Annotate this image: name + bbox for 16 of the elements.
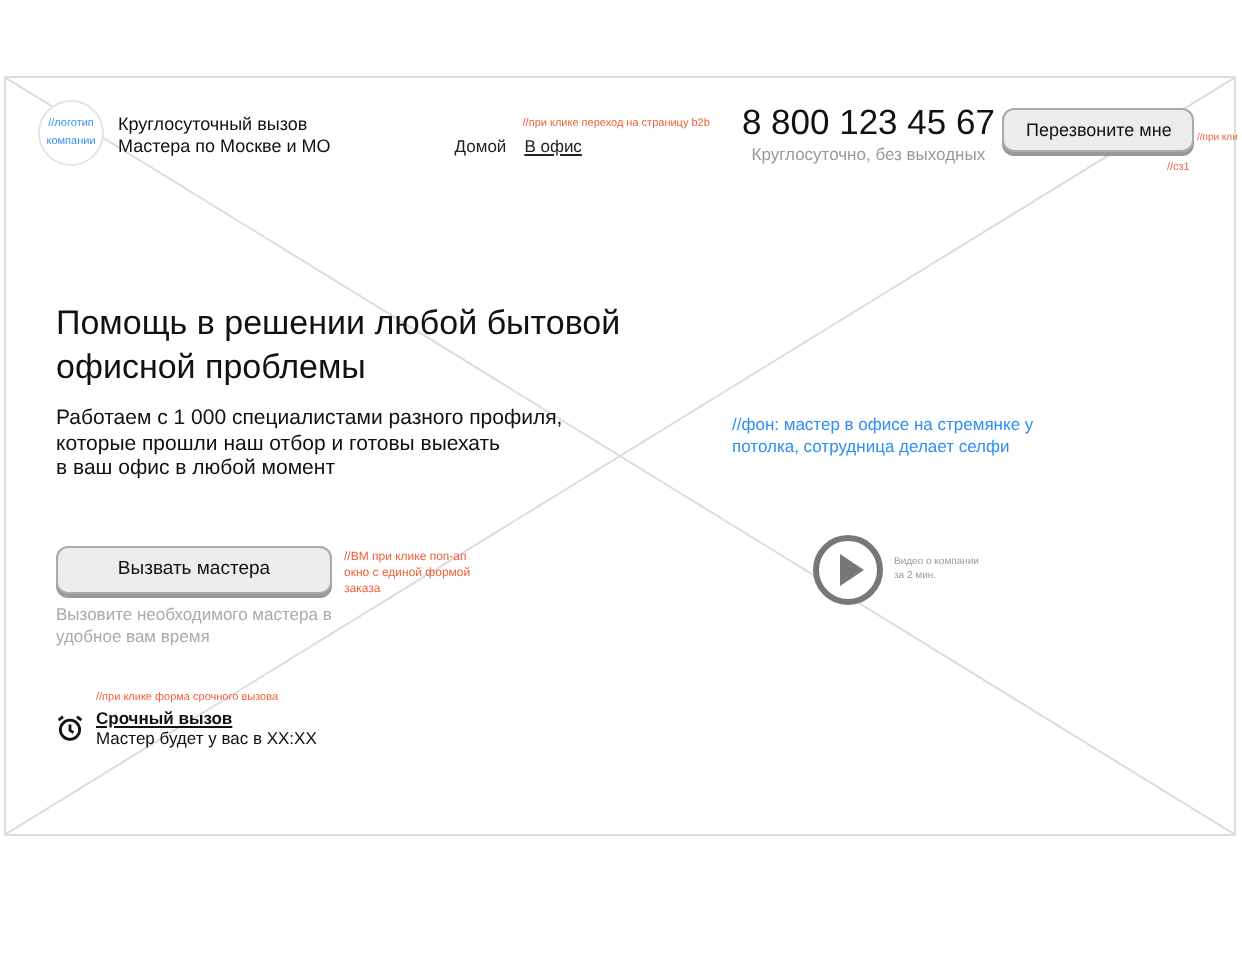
cta-hint: Вызовите необходимого мастера в удобное вам время (56, 603, 334, 647)
nav-link[interactable]: В офис (524, 136, 582, 156)
tagline-text: Мастера по Москве и МО (118, 136, 331, 158)
alarm-clock-icon (56, 714, 84, 742)
urgent-call-link[interactable]: Срочный вызов (96, 707, 317, 727)
tagline-text: Круглосуточный вызов (118, 114, 310, 136)
urgent-text: Мастер будет у вас в XX:XX (96, 727, 317, 749)
hero-text: Работаем с 1 000 специалистами разного профиля, которые прошли наш отбор и готовы выехать в ваш офис в любой момент (56, 406, 565, 481)
phone-note: Круглосуточно, без выходных (749, 144, 988, 164)
hero-title: Помощь в решении любой бытовой офисной проблемы (56, 302, 623, 390)
nav-link[interactable]: Домой (454, 136, 507, 156)
play-icon[interactable] (812, 534, 884, 606)
background-note: //фон: мастер в офисе на стремянке у потолка, сотрудница делает селфи (732, 414, 1034, 458)
call-master-button[interactable]: Вызвать мастера (56, 545, 332, 593)
phone-number: 8 800 123 45 67 (741, 100, 995, 144)
callback-button[interactable]: Перезвоните мне (1002, 108, 1195, 152)
